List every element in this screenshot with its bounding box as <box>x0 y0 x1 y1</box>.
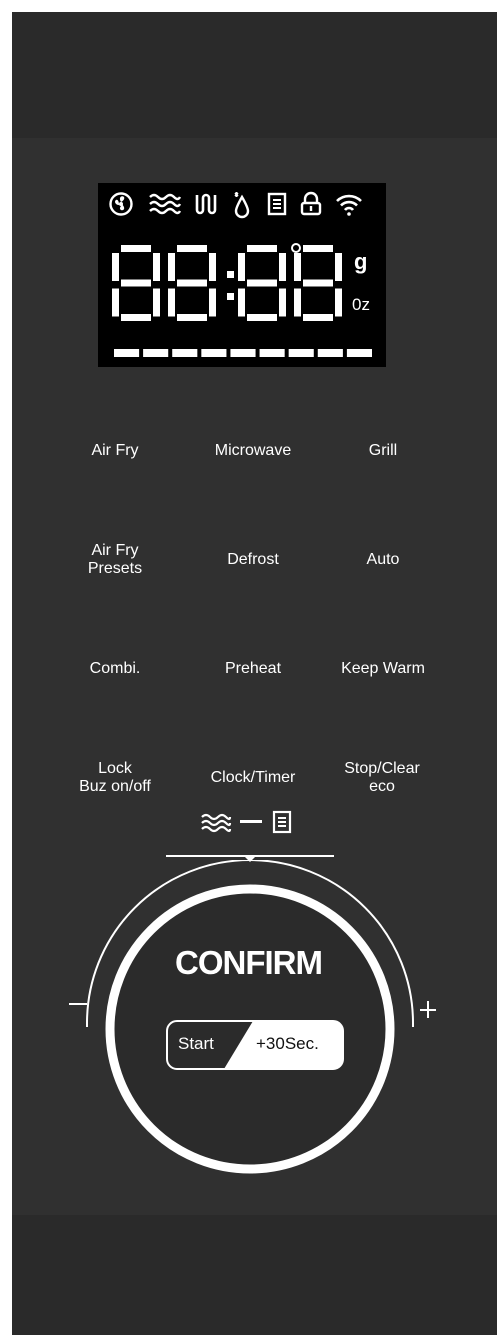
digit-segment <box>168 253 175 281</box>
digit-segment <box>112 288 119 317</box>
defrost-icon <box>234 192 250 219</box>
digit-segment <box>294 288 301 317</box>
defrost-label: Defrost <box>227 551 279 568</box>
digit-segment <box>238 288 245 317</box>
air-fry-presets-label-1: Air Fry <box>91 542 139 559</box>
digit-segment <box>153 288 160 317</box>
fan-icon <box>109 192 133 216</box>
start-button[interactable]: Start <box>178 1034 214 1054</box>
plus-30-sec-button[interactable]: +30Sec. <box>256 1034 319 1054</box>
combi-button[interactable]: Combi. <box>70 660 160 678</box>
digit-segment <box>247 314 277 321</box>
progress-dash <box>346 349 372 357</box>
progress-dash <box>201 349 227 357</box>
stop-clear-button[interactable]: Stop/Clear eco <box>326 760 438 796</box>
plus-icon-vertical[interactable] <box>427 1001 429 1018</box>
grill-label: Grill <box>368 442 398 459</box>
keep-warm-label: Keep Warm <box>341 660 425 677</box>
digit-segment <box>294 253 301 281</box>
digit-segment <box>121 314 151 321</box>
microwave-button[interactable]: Microwave <box>193 442 313 460</box>
buzzer-label: Buz on/off <box>79 778 151 795</box>
digit-segment <box>209 253 216 281</box>
degree-mark <box>291 243 301 253</box>
lock-icon <box>300 191 322 216</box>
seven-segment-digits <box>112 243 342 321</box>
clock-timer-label: Clock/Timer <box>210 769 296 786</box>
wifi-icon <box>336 194 362 216</box>
digit-segment <box>335 288 342 317</box>
microwave-waves-icon <box>149 193 182 215</box>
digit-segment <box>112 253 119 281</box>
confirm-dial[interactable] <box>0 860 497 1190</box>
unit-grams: g <box>354 249 368 274</box>
minus-icon[interactable] <box>69 1003 87 1005</box>
digit-segment <box>303 245 333 252</box>
progress-dash <box>114 349 140 357</box>
air-fry-label: Air Fry <box>91 442 139 459</box>
digit-segment <box>227 293 234 300</box>
digit-segment <box>168 288 175 317</box>
digit-segment <box>121 245 151 252</box>
digit-segment <box>209 288 216 317</box>
digit-segment <box>279 288 286 317</box>
combi-label: Combi. <box>89 660 141 677</box>
dial-mode-indicator <box>165 808 325 838</box>
grill-icon <box>195 193 217 215</box>
display-icon-row <box>108 191 378 221</box>
progress-dash <box>143 349 169 357</box>
digit-segment <box>238 253 245 281</box>
panel-bottom-band <box>12 1215 497 1335</box>
menu-icon <box>267 192 287 216</box>
defrost-button[interactable]: Defrost <box>193 551 313 569</box>
digit-segment <box>121 279 151 287</box>
lcd-display: g 0z <box>98 183 386 367</box>
lock-label: Lock <box>98 760 132 777</box>
progress-dash <box>230 349 256 357</box>
lock-buzzer-button[interactable]: Lock Buz on/off <box>66 760 164 796</box>
preheat-label: Preheat <box>224 660 282 677</box>
digit-segment <box>177 314 207 321</box>
progress-dash <box>288 349 314 357</box>
digit-segment <box>227 271 234 278</box>
confirm-label[interactable]: CONFIRM <box>0 944 497 982</box>
eco-label: eco <box>369 778 395 795</box>
digit-segment <box>247 245 277 252</box>
digit-segment <box>177 245 207 252</box>
clock-timer-button[interactable]: Clock/Timer <box>193 769 313 787</box>
digit-segment <box>153 253 160 281</box>
unit-ounces: 0z <box>352 295 370 314</box>
air-fry-button[interactable]: Air Fry <box>70 442 160 460</box>
digit-segment <box>279 253 286 281</box>
stop-clear-label: Stop/Clear <box>344 760 420 777</box>
auto-label: Auto <box>366 551 400 568</box>
progress-dash <box>317 349 343 357</box>
grill-button[interactable]: Grill <box>340 442 426 460</box>
progress-dashes <box>114 349 372 357</box>
microwave-label: Microwave <box>214 442 292 459</box>
menu-icon <box>272 810 292 834</box>
progress-dash <box>259 349 285 357</box>
panel-top-band <box>12 12 497 138</box>
air-fry-presets-label-2: Presets <box>87 560 143 577</box>
digit-segment <box>303 279 333 287</box>
digit-segment <box>303 314 333 321</box>
digit-segment <box>247 279 277 287</box>
air-fry-presets-button[interactable]: Air Fry Presets <box>70 542 160 578</box>
progress-dash <box>172 349 198 357</box>
auto-button[interactable]: Auto <box>340 551 426 569</box>
digit-segment <box>177 279 207 287</box>
microwave-waves-icon <box>201 813 232 833</box>
digit-segment <box>335 253 342 281</box>
preheat-button[interactable]: Preheat <box>193 660 313 678</box>
keep-warm-button[interactable]: Keep Warm <box>326 660 440 678</box>
dash-icon <box>240 820 262 823</box>
